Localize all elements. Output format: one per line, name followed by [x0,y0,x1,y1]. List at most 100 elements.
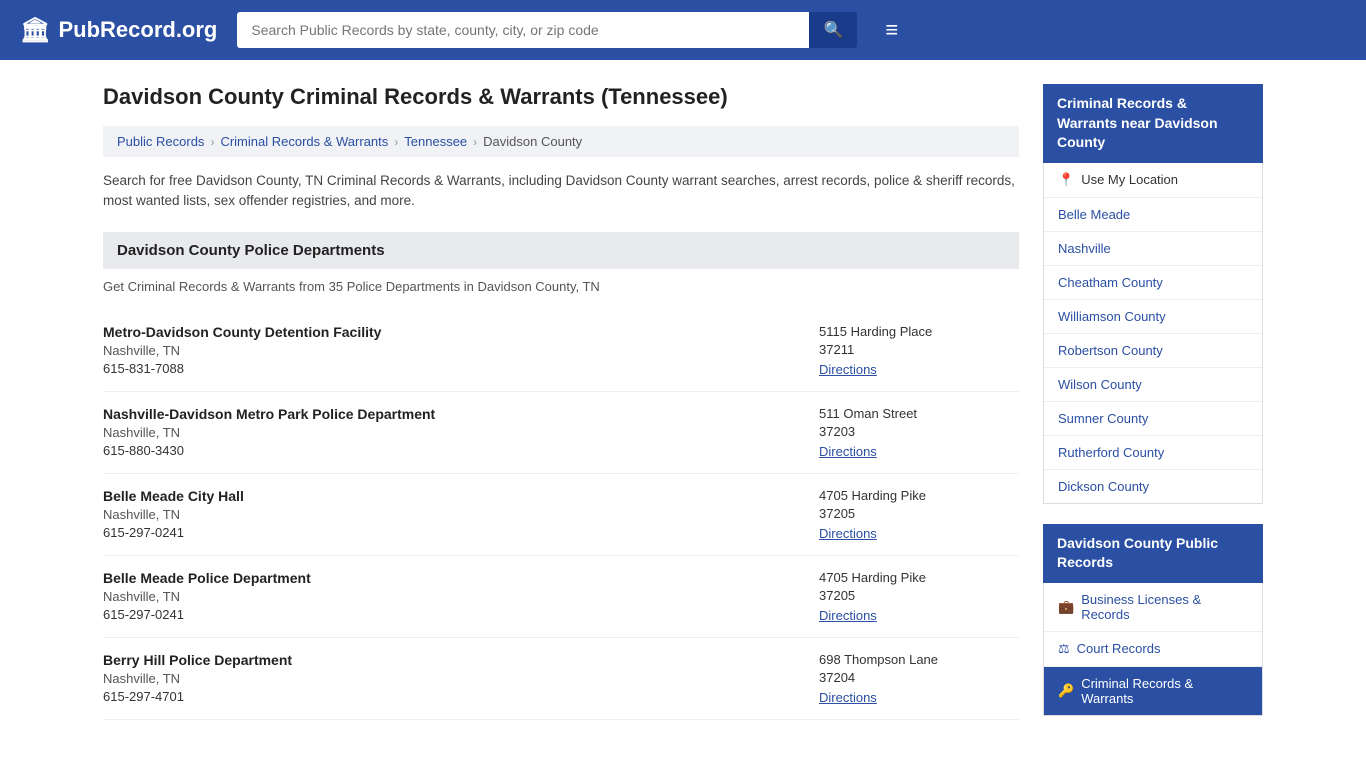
sidebar-nearby-item[interactable]: Cheatham County [1044,266,1262,300]
sidebar-item-label: Use My Location [1081,172,1178,187]
sidebar-nearby-list: 📍 Use My Location Belle Meade Nashville Chea… [1043,163,1263,504]
entry-phone: 615-880-3430 [103,443,819,458]
sidebar-nearby-title: Criminal Records & Warrants near Davidso… [1043,84,1263,163]
entry-name: Metro-Davidson County Detention Facility [103,324,819,340]
sidebar-item-icon: 📍 [1058,172,1074,188]
sidebar-item-icon: ⚖ [1058,641,1070,657]
sidebar-item-label: Court Records [1077,641,1161,656]
record-entry: Nashville-Davidson Metro Park Police Dep… [103,392,1019,474]
entry-left: Nashville-Davidson Metro Park Police Dep… [103,406,819,459]
entry-address: 4705 Harding Pike [819,488,1019,503]
logo-icon: 🏛 [20,16,50,45]
entries-container: Metro-Davidson County Detention Facility… [103,310,1019,720]
sidebar-item-label: Rutherford County [1058,445,1164,460]
entry-name: Belle Meade City Hall [103,488,819,504]
entry-left: Metro-Davidson County Detention Facility… [103,324,819,377]
section-header: Davidson County Police Departments [103,232,1019,269]
entry-right: 4705 Harding Pike 37205 Directions [819,570,1019,623]
logo-text: PubRecord.org [58,17,217,43]
breadcrumb-public-records[interactable]: Public Records [117,134,204,149]
sidebar-item-label: Business Licenses & Records [1081,592,1248,622]
entry-phone: 615-297-0241 [103,525,819,540]
record-entry: Belle Meade City Hall Nashville, TN 615-… [103,474,1019,556]
breadcrumb-sep-2: › [394,135,398,149]
entry-city: Nashville, TN [103,507,819,522]
sidebar-nearby-item[interactable]: Sumner County [1044,402,1262,436]
record-entry: Metro-Davidson County Detention Facility… [103,310,1019,392]
entry-address: 5115 Harding Place [819,324,1019,339]
entry-zip: 37205 [819,506,1019,521]
logo[interactable]: 🏛 PubRecord.org [20,16,217,45]
sidebar-public-records-title: Davidson County Public Records [1043,524,1263,583]
search-input[interactable] [237,12,809,48]
entry-name: Nashville-Davidson Metro Park Police Dep… [103,406,819,422]
entry-address: 4705 Harding Pike [819,570,1019,585]
entry-zip: 37204 [819,670,1019,685]
sidebar: Criminal Records & Warrants near Davidso… [1043,84,1263,736]
record-entry: Berry Hill Police Department Nashville, … [103,638,1019,720]
entry-phone: 615-831-7088 [103,361,819,376]
breadcrumb-tennessee[interactable]: Tennessee [404,134,467,149]
sidebar-item-label: Williamson County [1058,309,1166,324]
sidebar-item-label: Sumner County [1058,411,1148,426]
page-wrapper: Davidson County Criminal Records & Warra… [83,60,1283,760]
directions-link[interactable]: Directions [819,362,877,377]
sidebar-nearby-item[interactable]: Belle Meade [1044,198,1262,232]
entry-zip: 37211 [819,342,1019,357]
sidebar-item-label: Criminal Records & Warrants [1081,676,1248,706]
sidebar-public-records-item[interactable]: 💼 Business Licenses & Records [1044,583,1262,632]
sidebar-nearby-item[interactable]: Nashville [1044,232,1262,266]
sidebar-item-label: Wilson County [1058,377,1142,392]
sidebar-public-records-item[interactable]: ⚖ Court Records [1044,632,1262,667]
entry-name: Berry Hill Police Department [103,652,819,668]
entry-name: Belle Meade Police Department [103,570,819,586]
search-button[interactable]: 🔍 [809,12,857,48]
sidebar-nearby-item[interactable]: 📍 Use My Location [1044,163,1262,198]
sidebar-nearby-item[interactable]: Robertson County [1044,334,1262,368]
entry-right: 698 Thompson Lane 37204 Directions [819,652,1019,705]
directions-link[interactable]: Directions [819,444,877,459]
sidebar-item-icon: 🔑 [1058,683,1074,699]
page-description: Search for free Davidson County, TN Crim… [103,171,1019,212]
sidebar-nearby-item[interactable]: Wilson County [1044,368,1262,402]
entry-left: Belle Meade Police Department Nashville,… [103,570,819,623]
breadcrumb-sep-1: › [210,135,214,149]
breadcrumb-criminal-records[interactable]: Criminal Records & Warrants [220,134,388,149]
breadcrumb-sep-3: › [473,135,477,149]
breadcrumb: Public Records › Criminal Records & Warr… [103,126,1019,157]
entry-zip: 37205 [819,588,1019,603]
sidebar-item-icon: 💼 [1058,599,1074,615]
sidebar-public-records-item[interactable]: 🔑 Criminal Records & Warrants [1044,667,1262,715]
sidebar-nearby-item[interactable]: Rutherford County [1044,436,1262,470]
entry-city: Nashville, TN [103,425,819,440]
entry-phone: 615-297-0241 [103,607,819,622]
entry-left: Belle Meade City Hall Nashville, TN 615-… [103,488,819,541]
entry-address: 511 Oman Street [819,406,1019,421]
main-content: Davidson County Criminal Records & Warra… [103,84,1019,736]
page-title: Davidson County Criminal Records & Warra… [103,84,1019,110]
header: 🏛 PubRecord.org 🔍 ≡ [0,0,1366,60]
entry-city: Nashville, TN [103,343,819,358]
directions-link[interactable]: Directions [819,526,877,541]
section-subtitle: Get Criminal Records & Warrants from 35 … [103,279,1019,294]
sidebar-nearby-item[interactable]: Dickson County [1044,470,1262,503]
sidebar-item-label: Cheatham County [1058,275,1163,290]
sidebar-item-label: Dickson County [1058,479,1149,494]
entry-right: 4705 Harding Pike 37205 Directions [819,488,1019,541]
directions-link[interactable]: Directions [819,608,877,623]
sidebar-public-records-list: 💼 Business Licenses & Records ⚖ Court Recor… [1043,583,1263,716]
entry-address: 698 Thompson Lane [819,652,1019,667]
entry-city: Nashville, TN [103,589,819,604]
sidebar-item-label: Robertson County [1058,343,1163,358]
entry-city: Nashville, TN [103,671,819,686]
sidebar-item-label: Belle Meade [1058,207,1130,222]
menu-button[interactable]: ≡ [877,13,906,47]
record-entry: Belle Meade Police Department Nashville,… [103,556,1019,638]
entry-left: Berry Hill Police Department Nashville, … [103,652,819,705]
sidebar-nearby-item[interactable]: Williamson County [1044,300,1262,334]
entry-phone: 615-297-4701 [103,689,819,704]
directions-link[interactable]: Directions [819,690,877,705]
entry-right: 511 Oman Street 37203 Directions [819,406,1019,459]
sidebar-item-label: Nashville [1058,241,1111,256]
entry-right: 5115 Harding Place 37211 Directions [819,324,1019,377]
